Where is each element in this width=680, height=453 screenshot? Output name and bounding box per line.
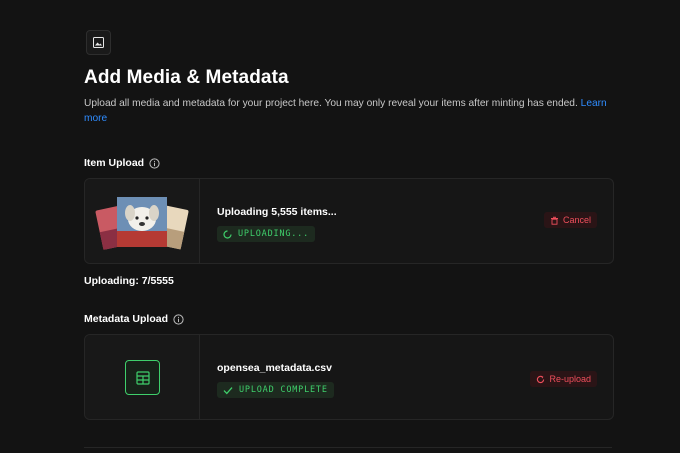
page-description: Upload all media and metadata for your p… xyxy=(84,96,614,126)
metadata-upload-card: opensea_metadata.csv UPLOAD COMPLETE Re-… xyxy=(84,334,614,420)
info-icon[interactable] xyxy=(149,157,160,169)
spreadsheet-icon xyxy=(125,360,160,395)
check-icon xyxy=(223,386,233,394)
upload-progress: Uploading: 7/5555 xyxy=(84,275,174,287)
metadata-upload-info: opensea_metadata.csv UPLOAD COMPLETE xyxy=(200,335,334,419)
metadata-upload-title: Metadata Upload xyxy=(84,313,184,325)
re-upload-button[interactable]: Re-upload xyxy=(530,371,597,387)
refresh-icon xyxy=(537,375,545,383)
status-badge-text: UPLOAD COMPLETE xyxy=(239,385,328,395)
trash-icon xyxy=(550,216,558,225)
item-upload-title: Item Upload xyxy=(84,157,160,169)
item-upload-label: Item Upload xyxy=(84,157,145,169)
status-badge: UPLOADING... xyxy=(217,226,316,242)
item-upload-card: Uploading 5,555 items... UPLOADING... Ca… xyxy=(84,178,614,264)
image-icon xyxy=(86,30,111,55)
spinner-icon xyxy=(223,229,232,239)
status-badge-text: UPLOADING... xyxy=(238,229,310,239)
item-preview xyxy=(85,179,200,263)
page-title: Add Media & Metadata xyxy=(84,67,289,88)
item-preview-stack xyxy=(95,197,189,250)
re-upload-label: Re-upload xyxy=(549,374,591,384)
status-badge: UPLOAD COMPLETE xyxy=(217,382,334,398)
metadata-upload-label: Metadata Upload xyxy=(84,313,169,325)
divider xyxy=(84,447,612,448)
metadata-file-name: opensea_metadata.csv xyxy=(217,362,332,374)
metadata-preview xyxy=(85,335,200,419)
upload-file-label: Uploading 5,555 items... xyxy=(217,206,337,218)
item-upload-info: Uploading 5,555 items... UPLOADING... xyxy=(200,179,337,263)
info-icon[interactable] xyxy=(173,313,184,325)
cancel-label: Cancel xyxy=(562,215,591,225)
description-text: Upload all media and metadata for your p… xyxy=(84,98,578,109)
cancel-button[interactable]: Cancel xyxy=(543,212,597,228)
